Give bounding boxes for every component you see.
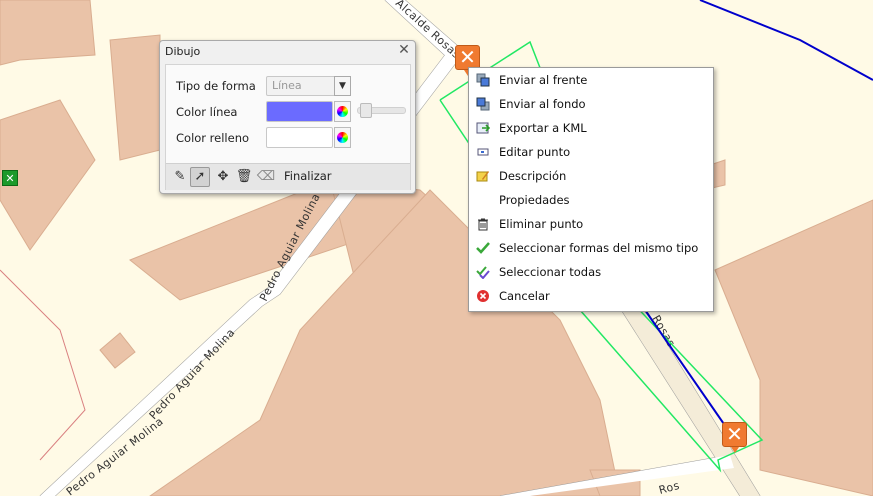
pointer-icon[interactable]: ➚ bbox=[190, 167, 210, 187]
chevron-down-icon[interactable]: ▼ bbox=[334, 76, 351, 96]
bring-to-front-icon bbox=[476, 73, 490, 87]
drawing-panel: Dibujo ✕ Tipo de forma Línea ▼ Color lín… bbox=[159, 40, 416, 194]
double-check-icon bbox=[476, 265, 490, 280]
menu-item-export-kml[interactable]: Exportar a KML bbox=[469, 116, 713, 140]
menu-item-edit-point[interactable]: Editar punto bbox=[469, 140, 713, 164]
fill-color-swatch[interactable] bbox=[266, 127, 333, 148]
delete-marker-icon[interactable]: ✕ bbox=[722, 422, 747, 453]
check-icon bbox=[476, 241, 490, 255]
fill-color-label: Color relleno bbox=[176, 131, 250, 145]
send-to-back-icon bbox=[476, 97, 490, 111]
trash-icon bbox=[476, 217, 490, 231]
color-wheel-icon[interactable] bbox=[334, 127, 351, 148]
cancel-icon bbox=[476, 289, 490, 303]
menu-item-bring-to-front[interactable]: Enviar al frente bbox=[469, 68, 713, 92]
menu-item-cancel[interactable]: Cancelar bbox=[469, 284, 713, 308]
eraser-icon[interactable]: ⌫ bbox=[256, 167, 276, 187]
pencil-icon[interactable]: ✎ bbox=[170, 167, 190, 187]
poi-marker-icon[interactable]: ✕ bbox=[2, 170, 18, 186]
opacity-slider[interactable] bbox=[357, 103, 406, 118]
line-color-label: Color línea bbox=[176, 105, 238, 119]
shape-type-label: Tipo de forma bbox=[176, 79, 256, 93]
menu-item-select-same-type[interactable]: Seleccionar formas del mismo tipo bbox=[469, 236, 713, 260]
panel-title: Dibujo bbox=[165, 45, 201, 58]
menu-item-description[interactable]: Descripción bbox=[469, 164, 713, 188]
move-icon[interactable]: ✥ bbox=[213, 167, 233, 187]
close-icon[interactable]: ✕ bbox=[397, 43, 411, 57]
color-wheel-icon[interactable] bbox=[334, 101, 351, 122]
panel-body: Tipo de forma Línea ▼ Color línea Color … bbox=[165, 64, 411, 190]
building bbox=[0, 0, 96, 66]
menu-item-send-to-back[interactable]: Enviar al fondo bbox=[469, 92, 713, 116]
finalize-button[interactable]: Finalizar bbox=[284, 169, 332, 183]
description-icon bbox=[476, 169, 490, 183]
context-menu: Enviar al frente Enviar al fondo Exporta… bbox=[468, 67, 714, 312]
menu-item-properties[interactable]: Propiedades bbox=[469, 188, 713, 212]
menu-item-select-all[interactable]: Seleccionar todas bbox=[469, 260, 713, 284]
edit-point-icon bbox=[476, 145, 490, 159]
slider-thumb[interactable] bbox=[360, 103, 372, 118]
trash-icon[interactable]: 🗑 bbox=[234, 167, 254, 187]
export-kml-icon bbox=[476, 121, 491, 135]
line-color-swatch[interactable] bbox=[266, 101, 333, 122]
menu-item-delete-point[interactable]: Eliminar punto bbox=[469, 212, 713, 236]
drawing-toolbar: ✎ ➚ ✥ 🗑 ⌫ Finalizar bbox=[166, 163, 410, 190]
